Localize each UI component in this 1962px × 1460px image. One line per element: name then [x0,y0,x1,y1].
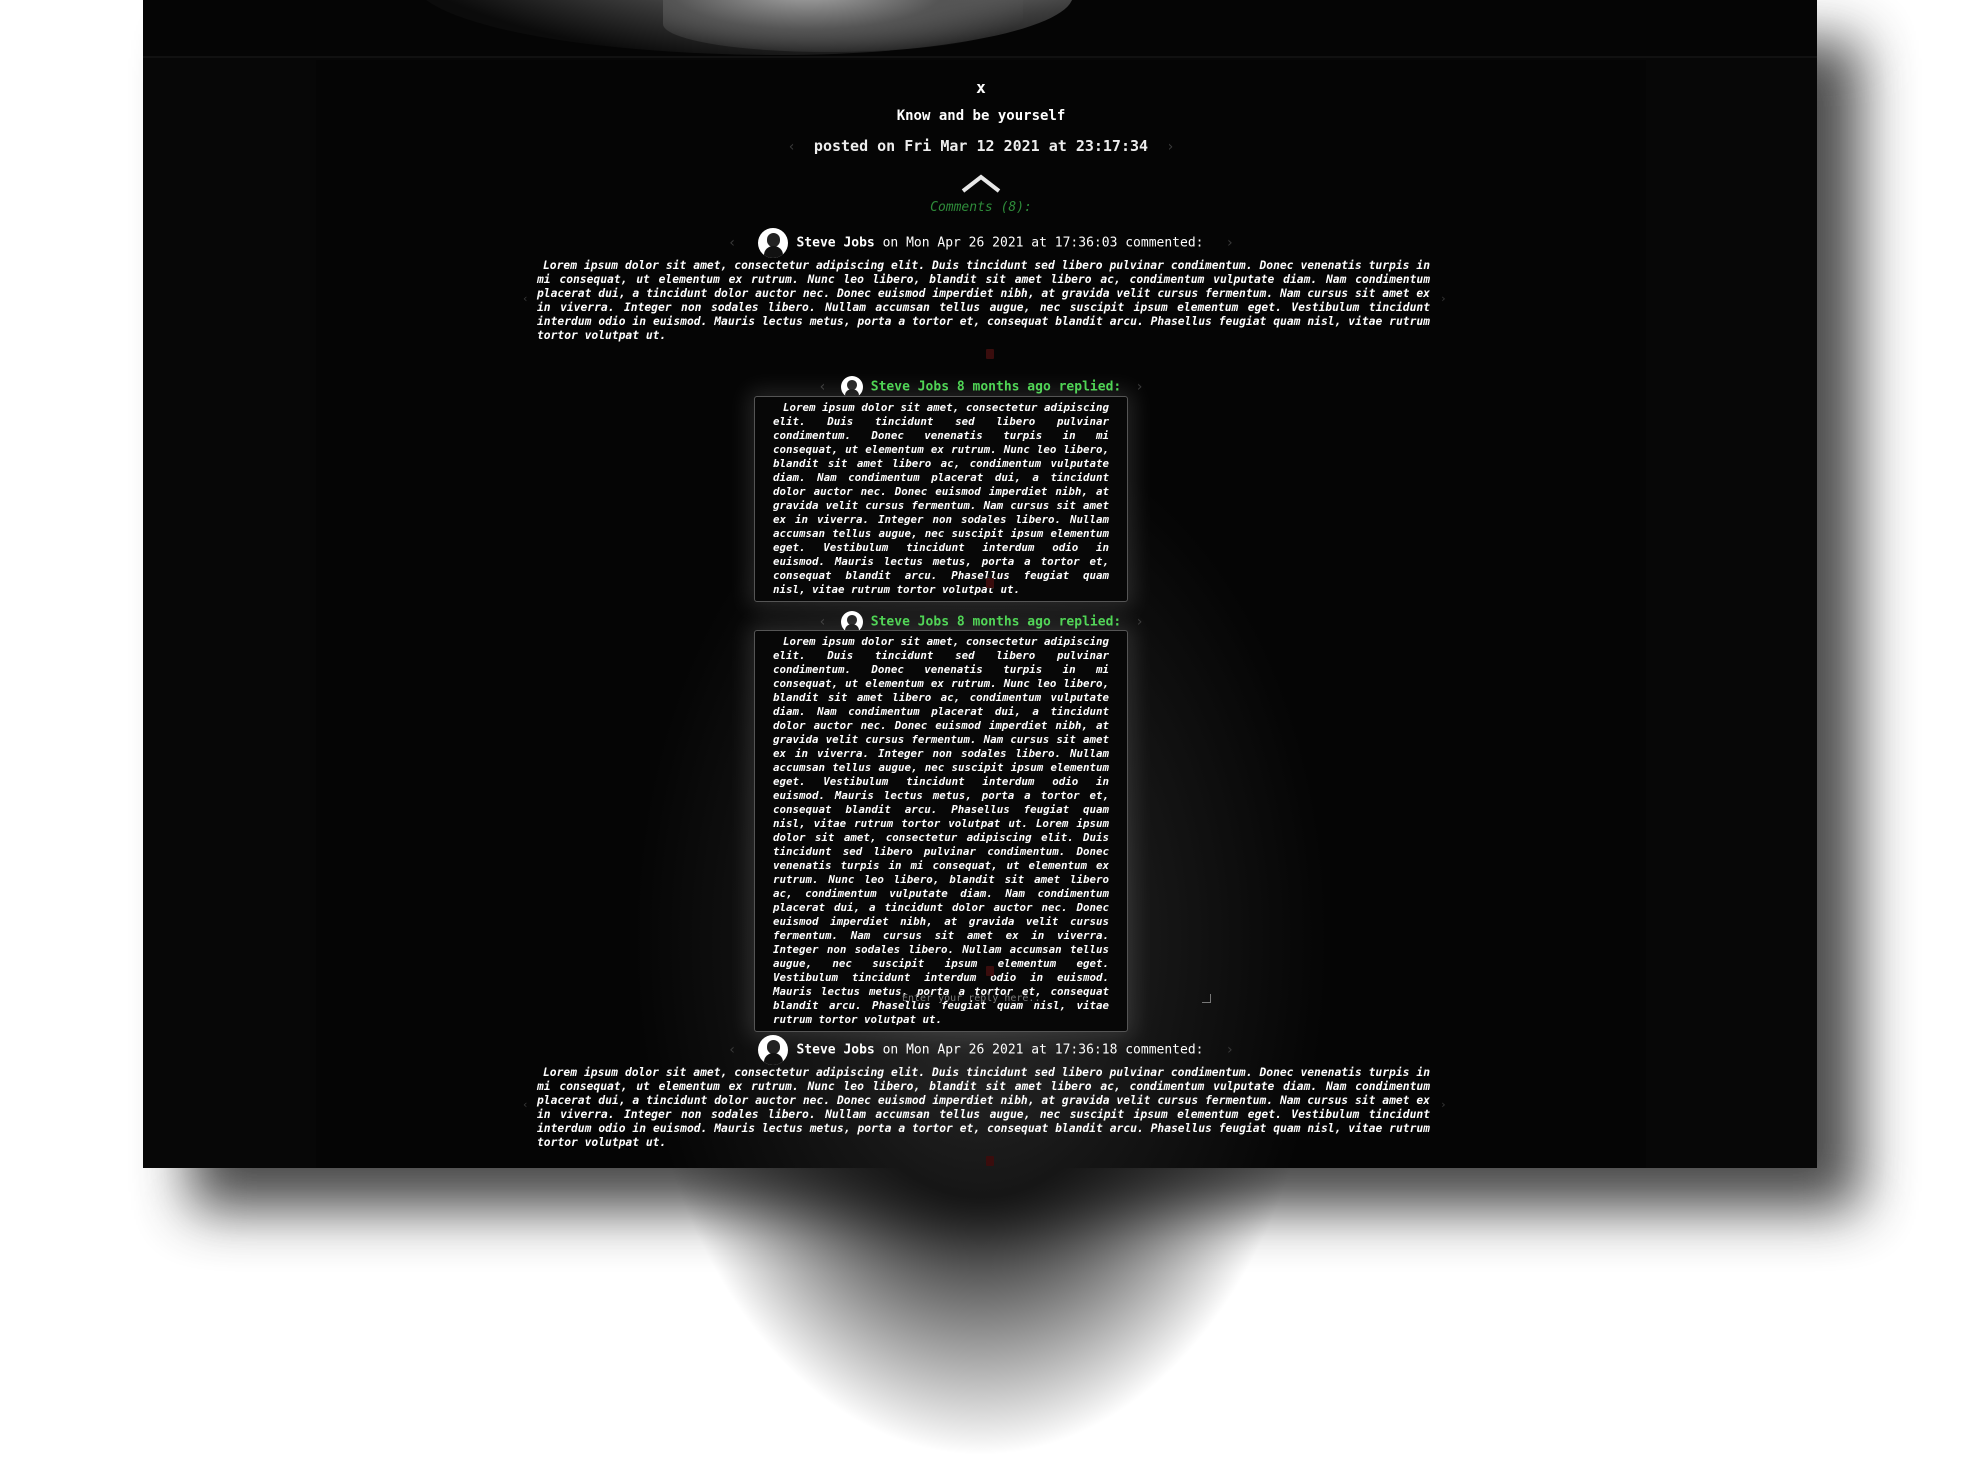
reply-text: Lorem ipsum dolor sit amet, consectetur … [754,396,1128,602]
comment-header: ‹ Steve Jobs on Mon Apr 26 2021 at 17:36:… [0,228,1962,258]
next-reply-arrow[interactable]: › [1135,379,1143,395]
reply-label: Steve Jobs 8 months ago replied: [870,614,1122,630]
comment-header: ‹ Steve Jobs on Mon Apr 26 2021 at 17:36:… [0,1035,1962,1065]
comment-text: Lorem ipsum dolor sit amet, consectetur … [537,259,1430,342]
comment-author[interactable]: Steve Jobs [796,1043,874,1058]
comments-header: Comments (8): [930,200,1032,215]
comment-right-arrow[interactable]: › [1440,292,1447,305]
next-reply-arrow[interactable]: › [1135,614,1143,630]
prev-comment-arrow[interactable]: ‹ [728,235,736,251]
comment-author[interactable]: Steve Jobs [796,236,874,251]
prev-comment-arrow[interactable]: ‹ [728,1042,736,1058]
reply-label: Steve Jobs 8 months ago replied: [870,379,1122,395]
prev-reply-arrow[interactable]: ‹ [818,379,826,395]
comment-left-arrow[interactable]: ‹ [522,1098,529,1111]
avatar[interactable] [758,1035,789,1065]
post-title: Know and be yourself [896,108,1066,124]
avatar[interactable] [840,376,863,398]
trash-icon[interactable] [986,578,994,588]
header-banner [143,0,1817,58]
trash-icon[interactable] [986,349,994,359]
comment-right-arrow[interactable]: › [1440,1098,1447,1111]
reply-input[interactable] [900,986,1214,1010]
avatar[interactable] [758,228,789,258]
trash-icon[interactable] [986,966,994,976]
post-date: posted on Fri Mar 12 2021 at 23:17:34 [813,137,1149,155]
comment-meta: on Mon Apr 26 2021 at 17:36:18 commented… [874,1042,1204,1058]
comment-text: Lorem ipsum dolor sit amet, consectetur … [537,1066,1430,1149]
comment-left-arrow[interactable]: ‹ [522,292,529,305]
chevron-up-icon[interactable] [961,172,1001,194]
next-comment-arrow[interactable]: › [1226,1042,1234,1058]
next-comment-arrow[interactable]: › [1226,235,1234,251]
post-meta: ‹ posted on Fri Mar 12 2021 at 23:17:34 › [0,137,1962,155]
comment-meta: on Mon Apr 26 2021 at 17:36:03 commented… [874,235,1204,251]
trash-icon[interactable] [986,1156,994,1166]
prev-post-arrow[interactable]: ‹ [787,139,795,155]
reply-text: Lorem ipsum dolor sit amet, consectetur … [754,630,1128,1032]
prev-reply-arrow[interactable]: ‹ [818,614,826,630]
reply-header: ‹ Steve Jobs 8 months ago replied: › [0,376,1962,398]
resize-handle-icon[interactable] [1202,994,1211,1003]
header-portrait-shading [663,0,1023,52]
next-post-arrow[interactable]: › [1166,139,1174,155]
close-button[interactable]: x [0,78,1962,97]
